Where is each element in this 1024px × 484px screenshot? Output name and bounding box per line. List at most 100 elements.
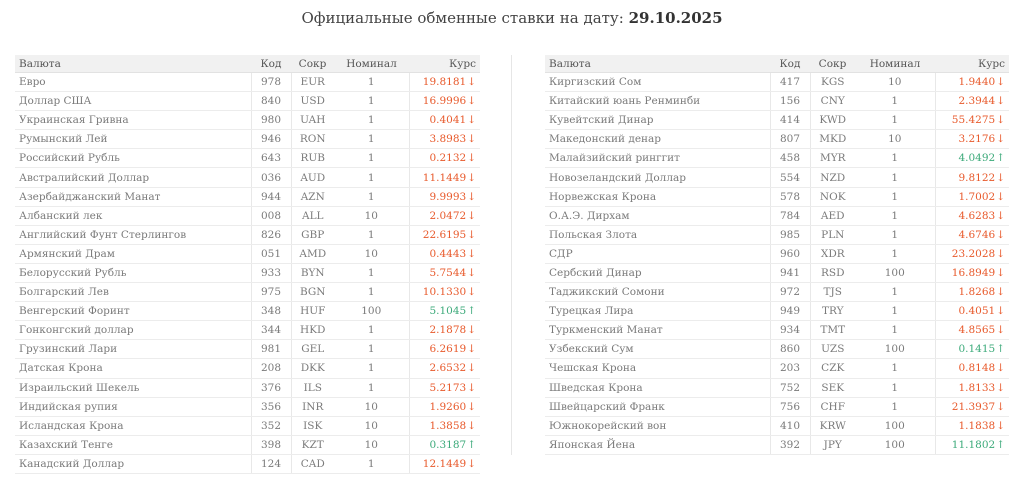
arrow-down-icon: ↓ bbox=[467, 152, 476, 165]
currency-code: 978 bbox=[250, 72, 292, 93]
currency-code: 376 bbox=[250, 378, 292, 398]
currency-nominal: 10 bbox=[855, 129, 936, 150]
rate-value: 23.2028 bbox=[951, 247, 996, 260]
currency-abbr: AMD bbox=[291, 244, 334, 264]
currency-code: 756 bbox=[769, 397, 811, 417]
table-row: Узбекский Сум 860 UZS 100 0.1415↑ bbox=[545, 339, 1009, 360]
currency-rate: 0.3187↑ bbox=[409, 435, 480, 455]
column-header-abbr: Сокр bbox=[291, 55, 334, 73]
currency-abbr: GEL bbox=[291, 339, 334, 360]
rate-value: 55.4275 bbox=[951, 114, 996, 127]
rate-value: 3.8983 bbox=[429, 133, 467, 146]
rate-value: 4.6283 bbox=[958, 209, 996, 222]
arrow-down-icon: ↓ bbox=[467, 76, 476, 89]
table-row: Индийская рупия 356 INR 10 1.9260↓ bbox=[15, 397, 480, 417]
rate-value: 21.3937 bbox=[951, 400, 996, 413]
table-row: Азербайджанский Манат 944 AZN 1 9.9993↓ bbox=[15, 187, 480, 207]
table-row: Белорусский Рубль 933 BYN 1 5.7544↓ bbox=[15, 263, 480, 284]
currency-rate: 6.2619↓ bbox=[409, 339, 480, 360]
rate-value: 5.7544 bbox=[429, 266, 467, 279]
currency-nominal: 1 bbox=[855, 244, 936, 264]
rate-value: 12.1449 bbox=[422, 457, 467, 470]
table-row: Швейцарский Франк 756 CHF 1 21.3937↓ bbox=[545, 397, 1009, 417]
arrow-down-icon: ↓ bbox=[467, 419, 476, 432]
column-divider bbox=[511, 55, 512, 455]
currency-name: Японская Йена bbox=[545, 435, 770, 455]
currency-rate: 1.3858↓ bbox=[409, 416, 480, 436]
currency-nominal: 1 bbox=[334, 320, 410, 341]
arrow-down-icon: ↓ bbox=[996, 171, 1005, 184]
currency-abbr: ISK bbox=[291, 416, 334, 436]
table-row: Датская Крона 208 DKK 1 2.6532↓ bbox=[15, 358, 480, 379]
currency-rate: 5.1045↑ bbox=[409, 301, 480, 322]
currency-rate: 2.1878↓ bbox=[409, 320, 480, 341]
rate-value: 0.4041 bbox=[429, 114, 467, 127]
table-header-row: Валюта Код Сокр Номинал Курс bbox=[545, 55, 1009, 73]
currency-nominal: 1 bbox=[855, 148, 936, 169]
currency-name: Швейцарский Франк bbox=[545, 397, 770, 417]
table-row: Албанский лек 008 ALL 10 2.0472↓ bbox=[15, 206, 480, 226]
currency-abbr: EUR bbox=[291, 72, 334, 93]
currency-code: 949 bbox=[769, 301, 811, 322]
currency-abbr: NZD bbox=[810, 167, 855, 188]
rate-value: 1.8133 bbox=[958, 381, 996, 394]
currency-rate: 2.0472↓ bbox=[409, 206, 480, 226]
currency-code: 944 bbox=[250, 187, 292, 207]
currency-abbr: AED bbox=[810, 206, 855, 226]
currency-nominal: 1 bbox=[855, 110, 936, 131]
currency-abbr: MYR bbox=[810, 148, 855, 169]
rate-value: 0.3187 bbox=[429, 438, 467, 451]
currency-code: 860 bbox=[769, 339, 811, 360]
currency-name: Малайзийский ринггит bbox=[545, 148, 770, 169]
currency-rate: 0.1415↑ bbox=[935, 339, 1009, 360]
column-header-name: Валюта bbox=[15, 55, 251, 73]
currency-nominal: 1 bbox=[855, 301, 936, 322]
currency-code: 972 bbox=[769, 282, 811, 303]
currency-name: Украинская Гривна bbox=[15, 110, 251, 131]
table-row: Китайский юань Ренминби 156 CNY 1 2.3944↓ bbox=[545, 91, 1009, 112]
table-row: О.А.Э. Дирхам 784 AED 1 4.6283↓ bbox=[545, 206, 1009, 226]
currency-abbr: NOK bbox=[810, 187, 855, 207]
currency-abbr: UZS bbox=[810, 339, 855, 360]
column-header-name: Валюта bbox=[545, 55, 770, 73]
currency-name: Турецкая Лира bbox=[545, 301, 770, 322]
currency-name: Румынский Лей bbox=[15, 129, 251, 150]
rate-value: 6.2619 bbox=[429, 343, 467, 356]
currency-name: Гонконгский доллар bbox=[15, 320, 251, 341]
currency-name: Канадский Доллар bbox=[15, 454, 251, 474]
table-row: Таджикский Сомони 972 TJS 1 1.8268↓ bbox=[545, 282, 1009, 303]
currency-nominal: 1 bbox=[855, 91, 936, 112]
rate-value: 1.8268 bbox=[958, 286, 996, 299]
currency-nominal: 100 bbox=[855, 435, 936, 455]
table-row: Гонконгский доллар 344 HKD 1 2.1878↓ bbox=[15, 320, 480, 341]
arrow-down-icon: ↓ bbox=[996, 76, 1005, 89]
currency-rate: 9.8122↓ bbox=[935, 167, 1009, 188]
currency-rate: 55.4275↓ bbox=[935, 110, 1009, 131]
currency-rate: 1.9260↓ bbox=[409, 397, 480, 417]
rate-value: 9.9993 bbox=[429, 190, 467, 203]
rates-table-left-body: Евро 978 EUR 1 19.8181↓ Доллар США 840 USD 1 16.9… bbox=[15, 72, 480, 474]
currency-rate: 1.7002↓ bbox=[935, 187, 1009, 207]
currency-abbr: RUB bbox=[291, 148, 334, 169]
arrow-down-icon: ↓ bbox=[467, 95, 476, 108]
table-row: Японская Йена 392 JPY 100 11.1802↑ bbox=[545, 435, 1009, 455]
rate-value: 0.8148 bbox=[958, 362, 996, 375]
currency-code: 752 bbox=[769, 378, 811, 398]
currency-name: Датская Крона bbox=[15, 358, 251, 379]
rate-value: 2.1878 bbox=[429, 324, 467, 337]
table-header-row: Валюта Код Сокр Номинал Курс bbox=[15, 55, 480, 73]
currency-rate: 4.6283↓ bbox=[935, 206, 1009, 226]
currency-nominal: 1 bbox=[855, 358, 936, 379]
arrow-down-icon: ↓ bbox=[996, 209, 1005, 222]
title-prefix: Официальные обменные ставки на дату: bbox=[301, 9, 629, 27]
table-row: Российский Рубль 643 RUB 1 0.2132↓ bbox=[15, 148, 480, 169]
arrow-down-icon: ↓ bbox=[467, 362, 476, 375]
currency-abbr: DKK bbox=[291, 358, 334, 379]
currency-rate: 11.1449↓ bbox=[409, 167, 480, 188]
currency-rate: 12.1449↓ bbox=[409, 454, 480, 474]
currency-abbr: HUF bbox=[291, 301, 334, 322]
rate-value: 4.8565 bbox=[958, 324, 996, 337]
currency-name: Китайский юань Ренминби bbox=[545, 91, 770, 112]
currency-code: 156 bbox=[769, 91, 811, 112]
currency-name: Болгарский Лев bbox=[15, 282, 251, 303]
